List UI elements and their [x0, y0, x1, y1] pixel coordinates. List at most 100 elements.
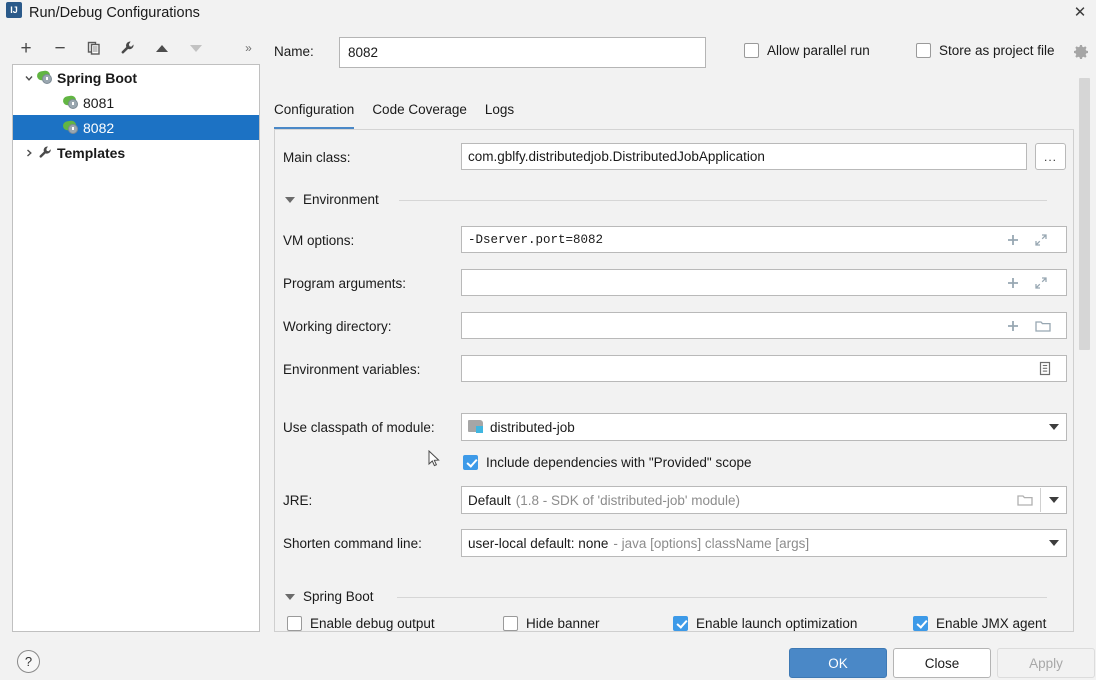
triangle-down-icon — [190, 44, 202, 52]
program-arguments-input[interactable] — [461, 269, 1067, 296]
tab-logs[interactable]: Logs — [485, 100, 523, 130]
name-input[interactable] — [339, 37, 706, 68]
spring-boot-icon — [36, 70, 54, 85]
main-class-input[interactable]: com.gblfy.distributedjob.DistributedJobA… — [461, 143, 1027, 170]
environment-variables-input[interactable] — [461, 355, 1067, 382]
caret-down-icon — [285, 593, 295, 600]
jre-select[interactable]: Default (1.8 - SDK of 'distributed-job' … — [461, 486, 1067, 514]
folder-icon[interactable] — [1016, 491, 1034, 509]
tree-item-8082[interactable]: 8082 — [13, 115, 259, 140]
configuration-panel: Main class: com.gblfy.distributedjob.Dis… — [274, 130, 1074, 632]
help-button[interactable]: ? — [17, 650, 40, 673]
working-directory-input[interactable] — [461, 312, 1067, 339]
intellij-idea-icon: IJ — [6, 2, 22, 18]
vm-options-value: -Dserver.port=8082 — [468, 232, 604, 247]
chevron-down-icon[interactable] — [1049, 540, 1059, 546]
close-icon[interactable]: ✕ — [1069, 2, 1091, 22]
program-arguments-label: Program arguments: — [283, 276, 407, 291]
configuration-tabs: Configuration Code Coverage Logs — [274, 100, 532, 130]
allow-parallel-run-checkbox[interactable]: Allow parallel run — [744, 43, 870, 58]
enable-launch-optimization-label: Enable launch optimization — [696, 616, 858, 631]
spring-boot-icon — [62, 95, 80, 110]
close-button[interactable]: Close — [893, 648, 991, 678]
module-icon — [468, 420, 484, 434]
checkbox-box — [503, 616, 518, 631]
apply-button[interactable]: Apply — [997, 648, 1095, 678]
checkbox-box — [913, 616, 928, 631]
vm-options-input[interactable]: -Dserver.port=8082 — [461, 226, 1067, 253]
folder-icon[interactable] — [1034, 317, 1052, 335]
shorten-command-line-select[interactable]: user-local default: none - java [options… — [461, 529, 1067, 557]
jre-separator — [1040, 488, 1041, 512]
remove-configuration-button[interactable]: − — [46, 34, 74, 62]
store-as-project-file-checkbox[interactable]: Store as project file — [916, 43, 1055, 58]
toolbar-overflow-button[interactable]: » — [238, 34, 258, 62]
tab-label: Logs — [484, 102, 515, 117]
gear-icon[interactable] — [1072, 43, 1090, 61]
title-bar: IJ Run/Debug Configurations ✕ — [0, 0, 1096, 26]
include-provided-scope-label: Include dependencies with "Provided" sco… — [486, 455, 752, 470]
chevron-down-icon[interactable] — [1049, 497, 1059, 503]
shorten-command-line-label: Shorten command line: — [283, 536, 422, 551]
use-classpath-of-module-label: Use classpath of module: — [283, 420, 435, 435]
main-class-value: com.gblfy.distributedjob.DistributedJobA… — [468, 149, 765, 164]
tree-item-8081[interactable]: 8081 — [13, 90, 259, 115]
tab-label: Code Coverage — [372, 102, 467, 117]
module-value: distributed-job — [490, 419, 575, 435]
plus-icon[interactable] — [1004, 231, 1022, 249]
move-down-button[interactable] — [182, 34, 210, 62]
content-scrollbar-thumb[interactable] — [1079, 78, 1090, 350]
checkbox-box — [287, 616, 302, 631]
window-title: Run/Debug Configurations — [29, 5, 200, 21]
checkbox-box — [744, 43, 759, 58]
hide-banner-label: Hide banner — [526, 616, 600, 631]
expand-icon[interactable] — [1032, 274, 1050, 292]
environment-section-header[interactable]: Environment — [285, 192, 379, 207]
main-class-browse-button[interactable]: ... — [1035, 143, 1066, 170]
plus-icon[interactable] — [1004, 274, 1022, 292]
jre-hint: (1.8 - SDK of 'distributed-job' module) — [515, 492, 741, 508]
chevron-down-icon[interactable] — [21, 65, 37, 90]
chevron-right-icon[interactable] — [21, 140, 37, 165]
spring-boot-section-header[interactable]: Spring Boot — [285, 589, 374, 604]
move-up-button[interactable] — [148, 34, 176, 62]
vm-options-label: VM options: — [283, 233, 355, 248]
enable-launch-optimization-checkbox[interactable]: Enable launch optimization — [673, 616, 857, 631]
environment-section-divider — [399, 200, 1047, 201]
hide-banner-checkbox[interactable]: Hide banner — [503, 616, 600, 631]
plus-icon[interactable] — [1004, 317, 1022, 335]
module-select[interactable]: distributed-job — [461, 413, 1067, 441]
spring-boot-section-title: Spring Boot — [303, 589, 374, 604]
tree-item-spring-boot[interactable]: Spring Boot — [13, 65, 259, 90]
enable-jmx-agent-checkbox[interactable]: Enable JMX agent — [913, 616, 1046, 631]
tree-item-label: Templates — [57, 144, 126, 161]
tree-item-label: Spring Boot — [57, 69, 138, 86]
wrench-icon — [121, 41, 134, 54]
enable-debug-output-label: Enable debug output — [310, 616, 435, 631]
checkbox-box — [673, 616, 688, 631]
tab-label: Configuration — [274, 102, 355, 117]
wrench-icon — [37, 145, 54, 160]
include-provided-scope-checkbox[interactable]: Include dependencies with "Provided" sco… — [463, 455, 752, 470]
chevron-down-icon[interactable] — [1049, 424, 1059, 430]
shorten-command-line-value: user-local default: none — [468, 535, 609, 551]
edit-templates-button[interactable] — [114, 34, 142, 62]
checkbox-box — [916, 43, 931, 58]
tab-code-coverage[interactable]: Code Coverage — [372, 100, 476, 130]
configurations-tree[interactable]: Spring Boot 8081 8082 Templates — [12, 64, 260, 632]
allow-parallel-run-label: Allow parallel run — [767, 43, 870, 58]
jre-label: JRE: — [283, 493, 313, 508]
tree-item-templates[interactable]: Templates — [13, 140, 259, 165]
name-label: Name: — [274, 44, 314, 59]
expand-icon[interactable] — [1032, 231, 1050, 249]
shorten-command-line-hint: - java [options] className [args] — [613, 535, 810, 551]
add-configuration-button[interactable]: + — [12, 34, 40, 62]
copy-icon — [87, 41, 100, 55]
jre-value: Default — [468, 492, 511, 508]
enable-debug-output-checkbox[interactable]: Enable debug output — [287, 616, 435, 631]
list-icon[interactable] — [1036, 360, 1054, 378]
tree-item-label: 8081 — [83, 94, 115, 111]
ok-button[interactable]: OK — [789, 648, 887, 678]
tab-configuration[interactable]: Configuration — [274, 100, 363, 130]
copy-configuration-button[interactable] — [80, 34, 108, 62]
